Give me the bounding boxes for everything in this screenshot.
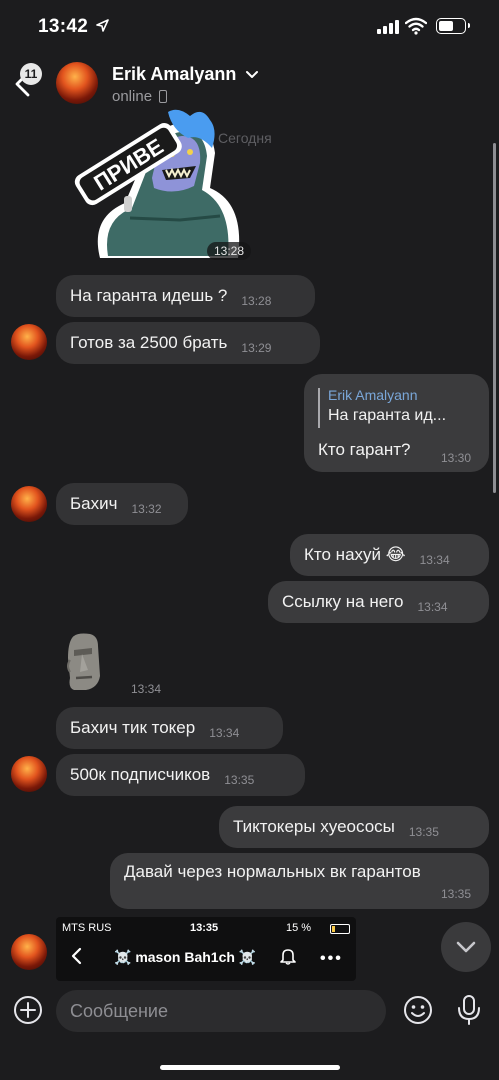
mobile-device-icon [159,90,167,103]
message-time: 13:32 [131,502,162,516]
chevron-down-icon[interactable] [245,70,259,80]
message-time: 13:34 [419,553,450,567]
message-time: 13:35 [408,825,439,839]
message-text: Бахич тик токер [70,718,196,737]
message-text: Готов за 2500 брать [70,333,228,352]
message-text: Кто нахуй 😂 [304,545,406,564]
outgoing-message[interactable]: Erik Amalyann На гаранта ид... Кто гаран… [304,374,489,472]
outgoing-message[interactable]: Тиктокеры хуеососы 13:35 [219,806,489,848]
embedded-status-bar: MTS RUS 13:35 15 % [56,920,356,936]
message-text: Тиктокеры хуеососы [233,817,395,836]
battery-icon [436,18,470,34]
avatar[interactable] [11,756,47,792]
embedded-more-icon: ••• [320,950,343,967]
incoming-message[interactable]: Бахич тик токер 13:34 [56,707,283,749]
message-text: Ссылку на него [282,592,404,611]
outgoing-message[interactable]: Давай через нормальных вк гарантов 13:35 [110,853,489,909]
scroll-to-bottom-button[interactable] [441,922,491,972]
embedded-chat-title: ☠️ mason Bah1ch ☠️ [114,949,257,965]
reply-quote-text: На гаранта ид... [328,407,447,424]
reply-quote-bar [318,388,320,428]
incoming-message[interactable]: На гаранта идешь ? 13:28 [56,275,315,317]
cellular-signal-icon [377,20,401,34]
message-time: 13:34 [417,600,448,614]
microphone-icon[interactable] [456,994,482,1026]
avatar[interactable] [11,486,47,522]
message-time: 13:35 [441,887,472,901]
message-text: Бахич [70,494,118,513]
outgoing-message[interactable]: Кто нахуй 😂 13:34 [290,534,489,576]
avatar[interactable] [56,62,98,104]
incoming-message[interactable]: Бахич 13:32 [56,483,188,525]
message-time: 13:34 [131,682,162,696]
message-input[interactable] [56,990,386,1032]
moai-sticker[interactable] [62,632,106,692]
avatar[interactable] [11,324,47,360]
chevron-down-icon [456,941,476,953]
status-bar-time: 13:42 [38,16,89,37]
message-text: Кто гарант? [318,440,411,459]
reply-author: Erik Amalyann [328,387,418,403]
message-time: 13:30 [441,451,472,465]
embedded-battery-icon [330,924,350,934]
online-status: online [112,88,153,105]
emoji-icon[interactable] [402,994,434,1026]
embedded-back-icon [71,947,82,965]
home-indicator[interactable] [160,1065,340,1070]
embedded-bell-icon [280,949,296,965]
image-message[interactable]: MTS RUS 13:35 15 % ☠️ mason Bah1ch ☠️ ••… [56,917,356,981]
message-text: Давай через нормальных вк гарантов [124,862,421,881]
incoming-message[interactable]: Готов за 2500 брать 13:29 [56,322,320,364]
chat-title[interactable]: Erik Amalyann [112,64,236,85]
message-time: 13:29 [241,341,272,355]
outgoing-message[interactable]: Ссылку на него 13:34 [268,581,489,623]
embedded-battery-text: 15 % [286,922,312,934]
embedded-time: 13:35 [190,922,219,934]
message-text: На гаранта идешь ? [70,286,228,305]
attach-plus-icon[interactable] [12,994,44,1026]
location-arrow-icon [96,19,109,32]
wifi-icon [405,17,427,35]
message-time: 13:35 [224,773,255,787]
message-text: 500к подписчиков [70,765,211,784]
avatar[interactable] [11,934,47,970]
unread-count-badge: 11 [20,63,42,85]
message-time: 13:28 [207,242,252,260]
embedded-carrier: MTS RUS [62,922,112,934]
incoming-message[interactable]: 500к подписчиков 13:35 [56,754,305,796]
message-time: 13:28 [241,294,272,308]
message-time: 13:34 [209,726,240,740]
scrollbar[interactable] [493,143,496,493]
